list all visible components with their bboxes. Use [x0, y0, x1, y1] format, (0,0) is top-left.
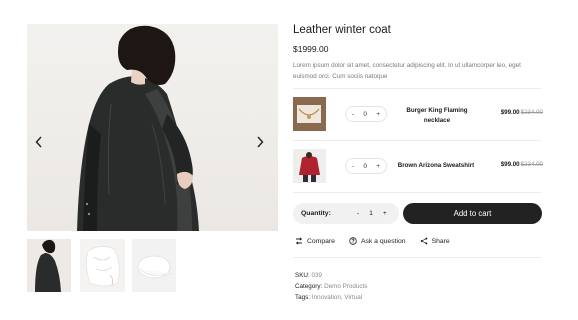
quantity-label: Quantity: [301, 210, 331, 217]
qty-increase-button[interactable]: + [383, 210, 387, 217]
product-meta: SKU: 039 Category: Demo Products Tags: I… [295, 270, 367, 303]
current-price: $99.00 [500, 109, 520, 116]
main-product-image [27, 24, 278, 231]
tags-links[interactable]: Innovation, Virtual [312, 294, 362, 301]
compare-icon [295, 237, 303, 245]
compare-button[interactable]: Compare [295, 237, 335, 245]
sweatshirt-photo [293, 149, 326, 183]
sku-row: SKU: 039 [295, 270, 367, 281]
qty-value: 0 [363, 162, 367, 170]
old-price: $234.00 [520, 109, 543, 116]
bundle-item: - 0 + Burger King Flaming necklace $99.0… [293, 97, 543, 133]
category-row: Category: Demo Products [295, 281, 367, 292]
chevron-left-icon [35, 136, 42, 148]
share-label: Share [431, 237, 450, 245]
bundle-item-price: $99.00$234.00 [501, 109, 543, 116]
qty-increase-button[interactable]: + [376, 111, 380, 118]
necklace-image [293, 97, 326, 131]
bundle-item-name[interactable]: Brown Arizona Sweatshirt [393, 161, 479, 171]
bundle-item-name[interactable]: Burger King Flaming necklace [397, 106, 477, 126]
share-button[interactable]: Share [420, 237, 450, 245]
gallery-next-button[interactable] [256, 136, 270, 150]
ask-question-button[interactable]: Ask a question [349, 237, 406, 245]
tags-label: Tags: [295, 294, 311, 301]
bundle-qty-stepper[interactable]: - 0 + [345, 158, 387, 174]
coat-thumb-image [35, 239, 61, 292]
quantity-control: Quantity: - 1 + [293, 203, 399, 224]
product-title: Leather winter coat [293, 24, 391, 36]
qty-increase-button[interactable]: + [376, 163, 380, 170]
bundle-item-price: $99.00$234.00 [501, 161, 543, 168]
gallery-prev-button[interactable] [35, 136, 49, 150]
product-price: $1999.00 [293, 44, 329, 54]
qty-decrease-button[interactable]: - [352, 163, 354, 170]
divider [293, 192, 541, 193]
category-label: Category: [295, 283, 323, 290]
hoodie-thumb-image [86, 246, 120, 287]
leather-coat-photo [77, 25, 199, 231]
sku-label: SKU: [295, 272, 310, 279]
divider [293, 257, 541, 258]
add-to-cart-button[interactable]: Add to cart [403, 203, 542, 224]
bundle-item: - 0 + Brown Arizona Sweatshirt $99.00$23… [293, 149, 543, 185]
cap-thumb-image [137, 255, 173, 279]
qty-decrease-button[interactable]: - [352, 111, 354, 118]
current-price: $99.00 [500, 161, 520, 168]
qty-decrease-button[interactable]: - [357, 210, 359, 217]
quantity-stepper[interactable]: - 1 + [357, 210, 387, 217]
sku-value: 039 [311, 272, 322, 279]
thumbnail-white-cap[interactable] [132, 239, 176, 292]
divider [293, 140, 541, 141]
compare-label: Compare [307, 237, 335, 245]
tags-row: Tags: Innovation, Virtual [295, 292, 367, 303]
divider [293, 88, 541, 89]
bundle-qty-stepper[interactable]: - 0 + [345, 106, 387, 122]
ask-question-label: Ask a question [360, 237, 406, 245]
product-actions: Compare Ask a question Share [295, 237, 464, 245]
chevron-right-icon [257, 136, 264, 148]
qty-value: 0 [363, 110, 367, 118]
necklace-photo [293, 97, 326, 131]
sweatshirt-image [293, 149, 326, 183]
qty-value: 1 [369, 210, 373, 217]
product-description: Lorem ipsum dolor sit amet, consectetur … [293, 62, 521, 80]
category-link[interactable]: Demo Products [324, 283, 367, 290]
question-icon [349, 237, 357, 245]
thumbnail-leather-coat[interactable] [27, 239, 71, 292]
share-icon [420, 237, 427, 245]
thumbnail-white-hoodie[interactable] [80, 239, 125, 292]
old-price: $234.00 [520, 161, 543, 168]
